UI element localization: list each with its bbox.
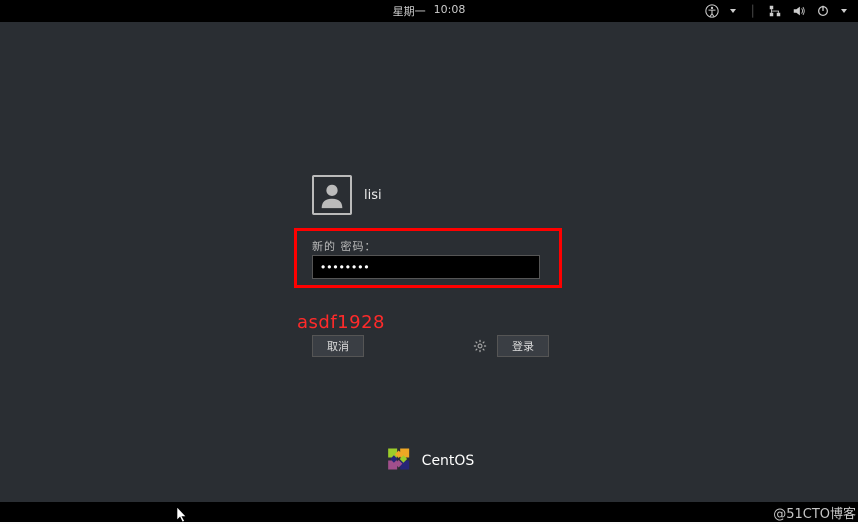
user-block: lisi	[312, 175, 382, 215]
login-button[interactable]: 登录	[497, 335, 549, 357]
accessibility-icon[interactable]	[705, 4, 719, 18]
dropdown-icon-2[interactable]	[840, 7, 848, 15]
login-label: 登录	[512, 338, 534, 354]
weekday-label: 星期一	[393, 3, 426, 19]
volume-icon[interactable]	[792, 4, 806, 18]
power-icon[interactable]	[816, 4, 830, 18]
bottom-bar	[0, 502, 858, 524]
password-input[interactable]	[312, 255, 540, 279]
time-label: 10:08	[434, 3, 466, 19]
gear-icon[interactable]	[473, 338, 487, 357]
system-tray: │	[705, 4, 848, 18]
network-icon[interactable]	[768, 4, 782, 18]
cancel-button[interactable]: 取消	[312, 335, 364, 357]
dropdown-icon[interactable]	[729, 7, 737, 15]
centos-icon	[384, 444, 414, 478]
annotation-text: asdf1928	[297, 312, 385, 333]
centos-text: CentOS	[422, 453, 475, 469]
cancel-label: 取消	[327, 338, 349, 354]
avatar	[312, 175, 352, 215]
clock-area: 星期一 10:08	[393, 3, 466, 19]
username-label: lisi	[364, 188, 382, 203]
centos-logo: CentOS	[384, 444, 475, 478]
top-bar: 星期一 10:08 │	[0, 0, 858, 22]
watermark: @51CTO博客	[773, 503, 856, 522]
password-label: 新的 密码：	[312, 238, 377, 254]
tray-separator: │	[749, 5, 756, 18]
